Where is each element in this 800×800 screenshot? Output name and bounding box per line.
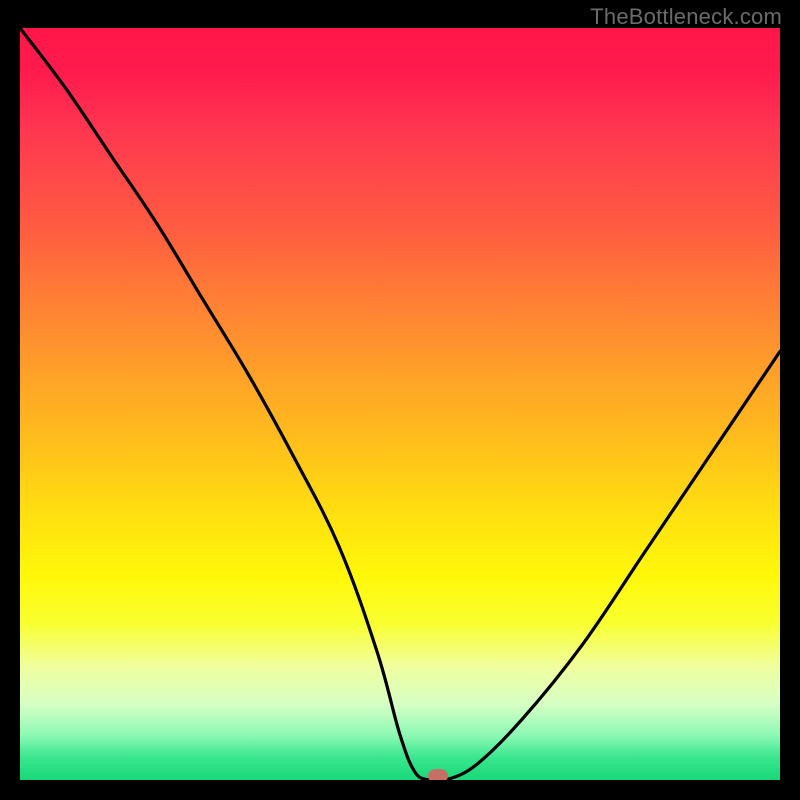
chart-frame: TheBottleneck.com: [0, 0, 800, 800]
optimal-marker: [428, 769, 448, 780]
watermark-text: TheBottleneck.com: [590, 4, 782, 30]
bottleneck-curve: [20, 28, 780, 780]
plot-area: [20, 28, 780, 780]
